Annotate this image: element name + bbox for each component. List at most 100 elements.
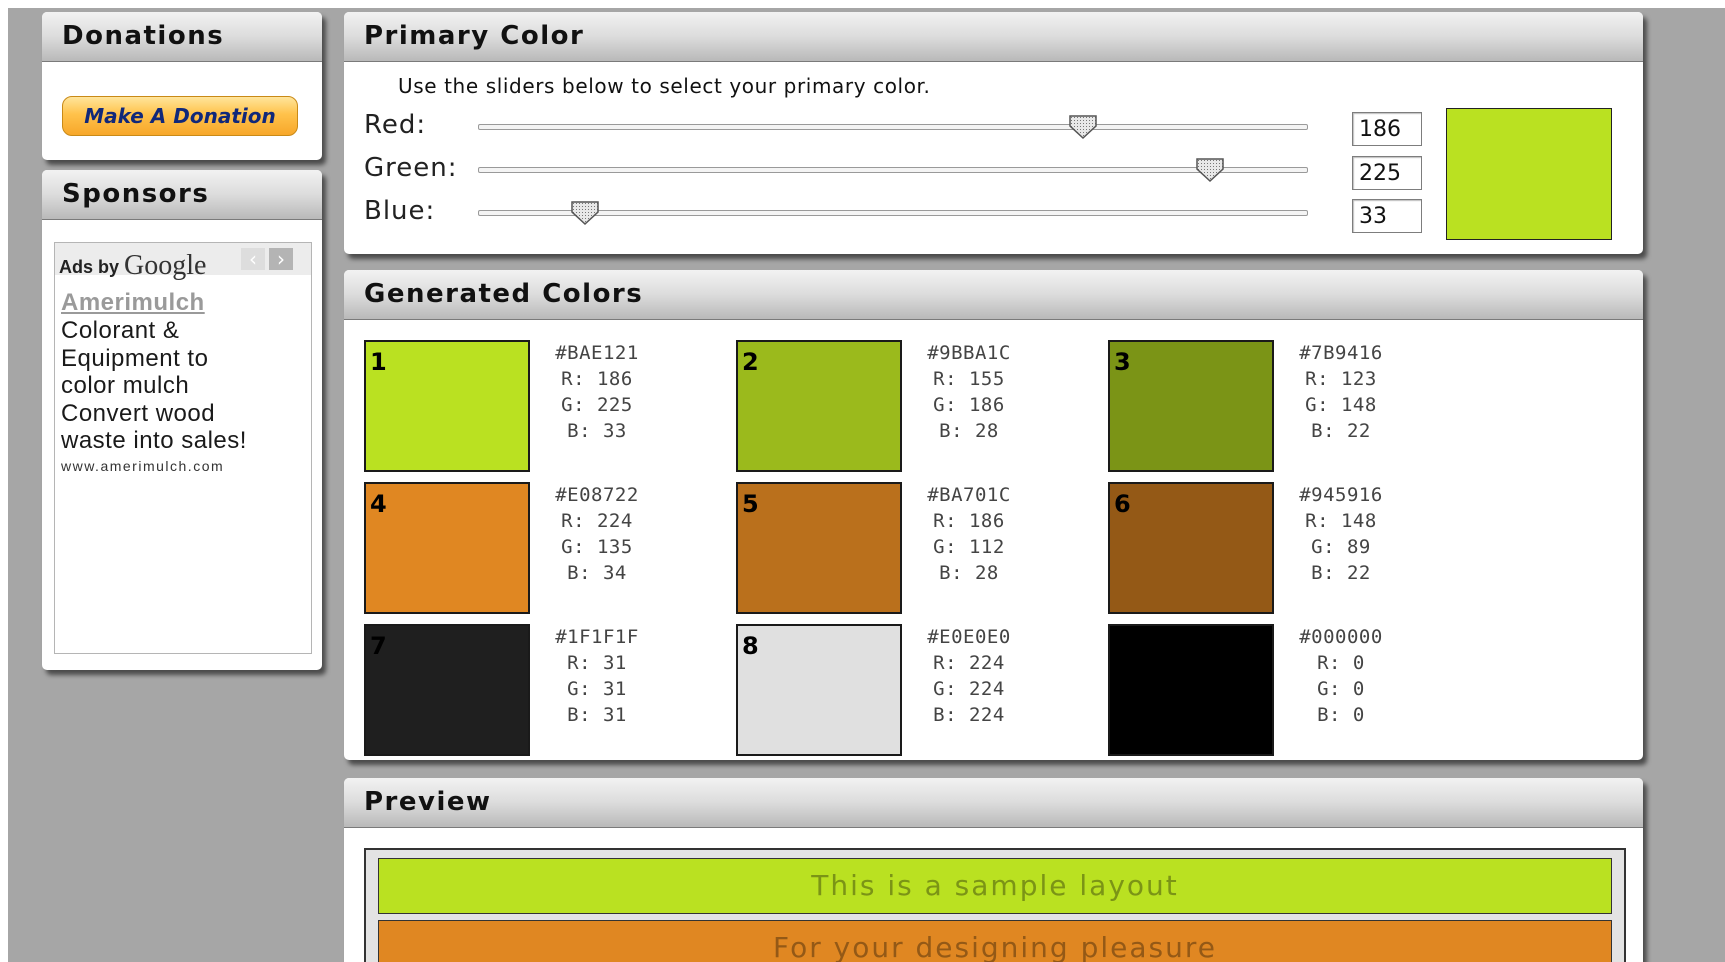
- hex-code: #945916: [1299, 484, 1383, 506]
- preview-panel: Preview This is a sample layout For your…: [344, 778, 1643, 962]
- green-value-input[interactable]: [1352, 156, 1422, 190]
- green-value: G: 31: [567, 678, 627, 700]
- hex-code: #9BBA1C: [927, 342, 1011, 364]
- color-swatch[interactable]: 5: [736, 482, 902, 614]
- red-label: Red:: [364, 110, 427, 140]
- hex-code: #BAE121: [555, 342, 639, 364]
- blue-value: B: 33: [567, 420, 627, 442]
- make-donation-button[interactable]: Make A Donation: [62, 96, 298, 136]
- red-value-input[interactable]: [1352, 112, 1422, 146]
- color-info: #E08722 R: 224 G: 135 B: 34: [534, 482, 660, 586]
- blue-value-input[interactable]: [1352, 199, 1422, 233]
- page-background: Donations Make A Donation Sponsors Ads b…: [8, 8, 1725, 962]
- donations-header: Donations: [42, 12, 322, 62]
- color-swatch[interactable]: 6: [1108, 482, 1274, 614]
- color-swatch[interactable]: 8: [736, 624, 902, 756]
- ads-by-label: Ads by Google: [59, 249, 206, 281]
- preview-frame: This is a sample layout For your designi…: [364, 848, 1626, 962]
- preview-content-bar: For your designing pleasure: [378, 920, 1612, 962]
- green-value: G: 112: [933, 536, 1005, 558]
- green-label: Green:: [364, 153, 458, 183]
- blue-value: B: 22: [1311, 420, 1371, 442]
- swatch-number: 8: [742, 632, 759, 660]
- color-info: #BAE121 R: 186 G: 225 B: 33: [534, 340, 660, 444]
- color-info: #000000 R: 0 G: 0 B: 0: [1278, 624, 1404, 728]
- sponsors-header: Sponsors: [42, 170, 322, 220]
- blue-value: B: 28: [939, 562, 999, 584]
- ad-line: waste into sales!: [61, 427, 247, 454]
- swatch-number: 4: [370, 490, 387, 518]
- red-value: R: 148: [1305, 510, 1377, 532]
- ad-prev-arrow-icon[interactable]: ‹: [241, 248, 265, 270]
- red-value: R: 186: [933, 510, 1005, 532]
- red-value: R: 224: [561, 510, 633, 532]
- red-slider-track[interactable]: [478, 124, 1308, 130]
- swatch-number: 1: [370, 348, 387, 376]
- blue-label: Blue:: [364, 196, 436, 226]
- green-slider-track[interactable]: [478, 167, 1308, 173]
- sponsors-panel: Sponsors Ads by Google ‹ › Amerimulch Co…: [42, 170, 322, 670]
- red-value: R: 123: [1305, 368, 1377, 390]
- green-value: G: 186: [933, 394, 1005, 416]
- green-slider-handle[interactable]: [1195, 157, 1225, 183]
- color-info: #7B9416 R: 123 G: 148 B: 22: [1278, 340, 1404, 444]
- ad-description[interactable]: Colorant & Equipment to color mulch Conv…: [61, 317, 309, 455]
- swatch-number: 5: [742, 490, 759, 518]
- preview-header: Preview: [344, 778, 1643, 828]
- color-info: #1F1F1F R: 31 G: 31 B: 31: [534, 624, 660, 728]
- hex-code: #7B9416: [1299, 342, 1383, 364]
- slider-instructions: Use the sliders below to select your pri…: [398, 74, 931, 98]
- color-info: #BA701C R: 186 G: 112 B: 28: [906, 482, 1032, 586]
- green-value: G: 0: [1317, 678, 1365, 700]
- green-value: G: 135: [561, 536, 633, 558]
- color-info: #945916 R: 148 G: 89 B: 22: [1278, 482, 1404, 586]
- color-swatch[interactable]: 2: [736, 340, 902, 472]
- color-info: #E0E0E0 R: 224 G: 224 B: 224: [906, 624, 1032, 728]
- blue-value: B: 31: [567, 704, 627, 726]
- color-info: #9BBA1C R: 155 G: 186 B: 28: [906, 340, 1032, 444]
- hex-code: #E08722: [555, 484, 639, 506]
- swatch-number: 3: [1114, 348, 1131, 376]
- ad-line: Colorant &: [61, 317, 180, 344]
- blue-slider-handle[interactable]: [570, 200, 600, 226]
- ad-title-link[interactable]: Amerimulch: [61, 289, 205, 317]
- red-value: R: 224: [933, 652, 1005, 674]
- swatch-number: 6: [1114, 490, 1131, 518]
- blue-value: B: 28: [939, 420, 999, 442]
- green-value: G: 224: [933, 678, 1005, 700]
- preview-header-bar: This is a sample layout: [378, 858, 1612, 914]
- blue-value: B: 34: [567, 562, 627, 584]
- primary-color-header: Primary Color: [344, 12, 1643, 62]
- ad-next-arrow-icon[interactable]: ›: [269, 248, 293, 270]
- google-logo: Google: [124, 250, 207, 281]
- ad-unit: Ads by Google ‹ › Amerimulch Colorant & …: [54, 242, 312, 654]
- hex-code: #BA701C: [927, 484, 1011, 506]
- color-swatch[interactable]: 7: [364, 624, 530, 756]
- swatch-number: 7: [370, 632, 387, 660]
- blue-value: B: 224: [933, 704, 1005, 726]
- blue-value: B: 22: [1311, 562, 1371, 584]
- red-value: R: 31: [567, 652, 627, 674]
- hex-code: #1F1F1F: [555, 626, 639, 648]
- green-value: G: 89: [1311, 536, 1371, 558]
- primary-color-swatch: [1446, 108, 1612, 240]
- blue-value: B: 0: [1317, 704, 1365, 726]
- green-value: G: 225: [561, 394, 633, 416]
- green-value: G: 148: [1305, 394, 1377, 416]
- ad-line: Convert wood: [61, 399, 216, 427]
- generated-colors-panel: Generated Colors 1 #BAE121 R: 186 G: 225…: [344, 270, 1643, 760]
- ad-choices-bar: Ads by Google ‹ ›: [55, 243, 311, 281]
- ads-by-text: Ads by: [59, 257, 120, 277]
- color-swatch[interactable]: [1108, 624, 1274, 756]
- color-swatch[interactable]: 1: [364, 340, 530, 472]
- red-value: R: 186: [561, 368, 633, 390]
- ad-url-link[interactable]: www.amerimulch.com: [61, 458, 224, 474]
- donations-panel: Donations Make A Donation: [42, 12, 322, 160]
- swatch-number: 2: [742, 348, 759, 376]
- red-slider-handle[interactable]: [1068, 114, 1098, 140]
- ad-line: color mulch: [61, 372, 190, 399]
- hex-code: #E0E0E0: [927, 626, 1011, 648]
- blue-slider-track[interactable]: [478, 210, 1308, 216]
- color-swatch[interactable]: 4: [364, 482, 530, 614]
- color-swatch[interactable]: 3: [1108, 340, 1274, 472]
